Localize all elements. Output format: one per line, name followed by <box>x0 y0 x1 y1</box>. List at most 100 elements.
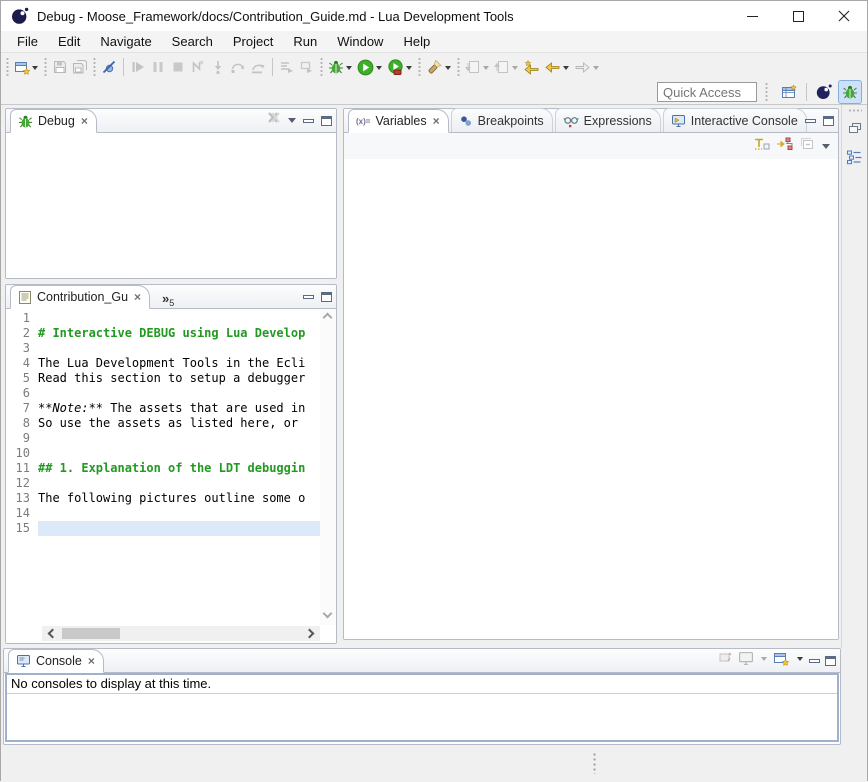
view-menu-icon[interactable] <box>822 144 830 153</box>
minimize-view-icon[interactable] <box>809 659 820 663</box>
last-edit-location-button[interactable] <box>521 55 542 79</box>
debug-view-content[interactable] <box>6 133 336 278</box>
menu-window[interactable]: Window <box>327 32 393 51</box>
new-wizard-button[interactable] <box>12 55 41 79</box>
drop-to-frame-button[interactable] <box>297 55 317 79</box>
editor-line[interactable]: 1 <box>6 311 320 326</box>
dropdown-icon[interactable] <box>483 66 489 73</box>
save-all-button[interactable] <box>70 55 90 79</box>
tab-variables[interactable]: (x)= Variables × <box>348 109 449 133</box>
editor-line[interactable]: 12 <box>6 476 320 491</box>
open-perspective-button[interactable] <box>777 80 801 104</box>
close-tab-icon[interactable]: × <box>134 291 141 303</box>
close-tab-icon[interactable]: × <box>433 115 440 127</box>
disconnect-button[interactable] <box>188 55 208 79</box>
dropdown-icon[interactable] <box>761 657 767 664</box>
display-selected-console-button[interactable] <box>738 651 754 671</box>
dropdown-icon[interactable] <box>32 66 38 73</box>
editor-line[interactable]: 8So use the assets as listed here, or <box>6 416 320 431</box>
terminate-button[interactable] <box>168 55 188 79</box>
next-annotation-button[interactable] <box>463 55 492 79</box>
scroll-left-icon[interactable] <box>48 629 58 639</box>
step-over-button[interactable] <box>228 55 248 79</box>
minimize-view-icon[interactable] <box>303 295 314 299</box>
menu-navigate[interactable]: Navigate <box>90 32 161 51</box>
forward-button[interactable] <box>572 55 602 79</box>
minimize-view-icon[interactable] <box>805 119 816 123</box>
dropdown-icon[interactable] <box>797 657 803 664</box>
use-step-filters-button[interactable] <box>277 55 297 79</box>
pin-console-button[interactable] <box>717 650 733 671</box>
editor-body[interactable]: 12# Interactive DEBUG using Lua Develop3… <box>6 309 336 643</box>
scroll-up-icon[interactable] <box>323 313 333 323</box>
editor-line[interactable]: 4The Lua Development Tools in the Ecli <box>6 356 320 371</box>
remove-all-terminated-button[interactable] <box>265 111 281 130</box>
lua-perspective-button[interactable] <box>812 80 836 104</box>
quick-access-input[interactable] <box>657 82 757 102</box>
show-logical-structure-button[interactable] <box>776 136 793 157</box>
external-tools-button[interactable] <box>385 55 415 79</box>
dropdown-icon[interactable] <box>512 66 518 73</box>
maximize-window-button[interactable] <box>775 1 821 31</box>
minimize-view-icon[interactable] <box>303 119 314 123</box>
scroll-down-icon[interactable] <box>323 609 333 619</box>
show-type-names-button[interactable] <box>753 136 770 157</box>
close-tab-icon[interactable]: × <box>88 655 95 667</box>
outline-view-button[interactable] <box>846 149 863 170</box>
maximize-view-icon[interactable] <box>825 656 836 666</box>
tab-breakpoints[interactable]: Breakpoints <box>451 108 553 132</box>
menu-search[interactable]: Search <box>162 32 223 51</box>
run-button[interactable] <box>355 55 385 79</box>
maximize-view-icon[interactable] <box>321 116 332 126</box>
minimize-window-button[interactable] <box>729 1 775 31</box>
tab-debug[interactable]: Debug × <box>10 109 97 133</box>
tab-expressions[interactable]: Expressions <box>555 108 661 132</box>
back-button[interactable] <box>542 55 572 79</box>
scrollbar-thumb[interactable] <box>62 628 120 639</box>
dropdown-icon[interactable] <box>563 66 569 73</box>
tab-contribution-guide[interactable]: Contribution_Gu × <box>10 285 150 309</box>
view-menu-icon[interactable] <box>288 118 296 127</box>
skip-all-breakpoints-button[interactable] <box>99 55 119 79</box>
editor-line[interactable]: 2# Interactive DEBUG using Lua Develop <box>6 326 320 341</box>
tab-console[interactable]: Console × <box>8 649 104 673</box>
console-content[interactable]: No consoles to display at this time. <box>5 673 839 742</box>
editor-line[interactable]: 6 <box>6 386 320 401</box>
collapse-all-button[interactable] <box>799 136 816 157</box>
debug-perspective-button[interactable] <box>838 80 862 104</box>
open-console-button[interactable] <box>773 650 790 671</box>
close-tab-icon[interactable]: × <box>81 115 88 127</box>
previous-annotation-button[interactable] <box>492 55 521 79</box>
dropdown-icon[interactable] <box>593 66 599 73</box>
close-window-button[interactable] <box>821 1 867 31</box>
statusbar-grip[interactable] <box>593 752 596 774</box>
more-editors-chevron[interactable]: »5 <box>162 291 174 308</box>
menu-edit[interactable]: Edit <box>48 32 90 51</box>
editor-line[interactable]: 14 <box>6 506 320 521</box>
dropdown-icon[interactable] <box>445 66 451 73</box>
open-task-button[interactable] <box>424 55 454 79</box>
step-return-button[interactable] <box>248 55 268 79</box>
step-into-button[interactable] <box>208 55 228 79</box>
menu-file[interactable]: File <box>7 32 48 51</box>
editor-line[interactable]: 3 <box>6 341 320 356</box>
editor-line[interactable]: 7**Note:** The assets that are used in <box>6 401 320 416</box>
dropdown-icon[interactable] <box>346 66 352 73</box>
dropdown-icon[interactable] <box>376 66 382 73</box>
editor-horizontal-scrollbar[interactable] <box>42 626 320 641</box>
menu-help[interactable]: Help <box>393 32 440 51</box>
editor-vertical-scrollbar[interactable] <box>320 309 336 625</box>
dropdown-icon[interactable] <box>406 66 412 73</box>
variables-view-content[interactable] <box>344 159 838 639</box>
tab-interactive-console[interactable]: Interactive Console <box>663 108 807 132</box>
editor-line[interactable]: 13The following pictures outline some o <box>6 491 320 506</box>
editor-line[interactable]: 11## 1. Explanation of the LDT debuggin <box>6 461 320 476</box>
editor-line[interactable]: 10 <box>6 446 320 461</box>
maximize-view-icon[interactable] <box>823 116 834 126</box>
debug-button[interactable] <box>326 55 355 79</box>
restore-view-button[interactable] <box>847 120 863 141</box>
save-button[interactable] <box>50 55 70 79</box>
suspend-button[interactable] <box>148 55 168 79</box>
menu-project[interactable]: Project <box>223 32 283 51</box>
editor-line[interactable]: 5Read this section to setup a debugger <box>6 371 320 386</box>
